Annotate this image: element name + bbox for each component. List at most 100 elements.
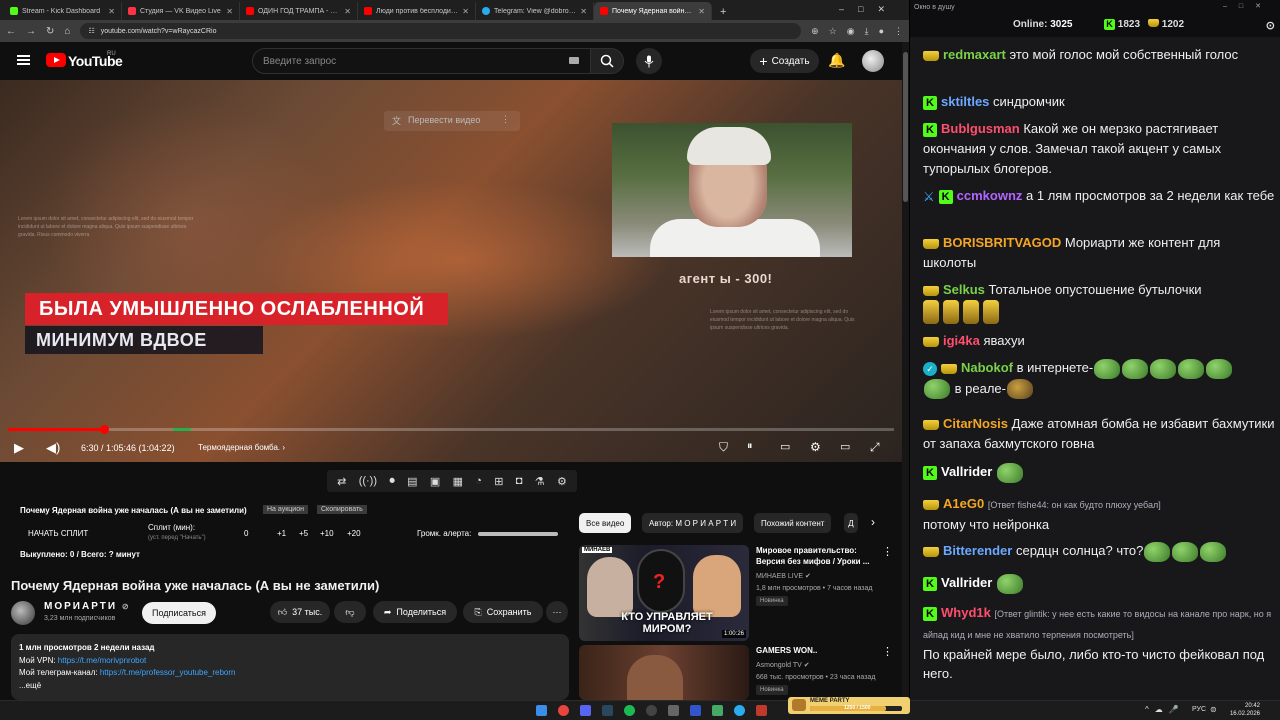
screenshot-icon[interactable]: ◘ xyxy=(516,475,523,487)
save-button[interactable]: ⎘ Сохранить xyxy=(463,601,543,623)
dislike-button[interactable]: 👎︎ xyxy=(334,601,366,623)
bookmark-star-icon[interactable]: ☆ xyxy=(829,26,837,37)
video-thumbnail[interactable] xyxy=(579,645,749,700)
microphone-button[interactable] xyxy=(636,48,662,74)
channel-name[interactable]: МОРИАРТИ ⊘ xyxy=(44,601,129,612)
video-thumbnail[interactable]: МИНАЕВ ? КТО УПРАВЛЯЕТ МИРОМ? 1:00:26 xyxy=(579,545,749,641)
alert-volume-slider[interactable] xyxy=(478,532,558,536)
create-button[interactable]: + Создать xyxy=(750,49,819,73)
play-icon[interactable]: ▶ xyxy=(14,440,24,456)
auction-tag[interactable]: На аукцион xyxy=(263,505,308,514)
input-language[interactable]: РУС xyxy=(1192,706,1206,713)
frames-icon[interactable]: ▦ xyxy=(453,475,463,488)
app-icon[interactable] xyxy=(690,705,701,716)
app-icon[interactable] xyxy=(756,705,767,716)
close-icon[interactable]: ✕ xyxy=(580,7,587,16)
site-info-icon[interactable]: ☷ xyxy=(88,27,94,35)
more-actions-button[interactable]: ··· xyxy=(546,601,568,623)
close-icon[interactable]: ✕ xyxy=(108,7,115,16)
close-icon[interactable]: ✕ xyxy=(462,7,469,16)
start-split-button[interactable]: НАЧАТЬ СПЛИТ xyxy=(28,529,88,538)
chapter-title[interactable]: Термоядерная бомба. › xyxy=(198,443,285,452)
tray-icons[interactable]: ^☁🎤 xyxy=(1145,705,1185,714)
recommendation-title[interactable]: GAMERS WON.. xyxy=(756,645,876,656)
window-controls[interactable]: –□✕ xyxy=(839,4,899,15)
like-button[interactable]: 👍︎ 37 тыс. xyxy=(270,601,330,623)
close-icon[interactable]: ✕ xyxy=(698,7,705,16)
extension-icon[interactable]: ◉ xyxy=(847,26,855,37)
chip-author[interactable]: Автор: М О Р И А Р Т И xyxy=(642,513,744,533)
url-field[interactable]: ☷ youtube.com/watch?v=wRaycazCRio xyxy=(80,23,802,39)
vpn-link[interactable]: https://t.me/morivpnrobot xyxy=(58,656,146,665)
loop-icon[interactable]: ⇄ xyxy=(337,475,346,488)
forward-icon[interactable]: → xyxy=(26,26,36,37)
tab-youtube-people[interactable]: Люди против беспл­одия: семь✕ xyxy=(358,2,476,20)
autoplay-toggle-icon[interactable]: ⏸ xyxy=(747,440,753,453)
settings-gear-icon[interactable]: ⚙ xyxy=(810,440,821,454)
window-controls[interactable]: –□✕ xyxy=(1223,2,1273,10)
more-vertical-icon[interactable]: ⋮ xyxy=(882,545,893,558)
pip-icon[interactable]: ▣ xyxy=(430,475,440,488)
add-10-button[interactable]: +10 xyxy=(320,529,334,538)
reload-icon[interactable]: ↻ xyxy=(46,26,54,37)
tab-youtube-active[interactable]: Почему Ядерная война у... ✕ xyxy=(594,2,712,20)
recommendation-channel[interactable]: МИНАЕВ LIVE ✔ xyxy=(756,571,811,582)
chat-settings-icon[interactable]: ⊙ xyxy=(1266,19,1275,32)
download-icon[interactable]: ⤓ xyxy=(865,26,869,37)
page-scrollbar-thumb[interactable] xyxy=(903,52,908,202)
fullscreen-icon[interactable]: ⤢ xyxy=(870,440,880,455)
add-20-button[interactable]: +20 xyxy=(347,529,361,538)
telegram-icon[interactable] xyxy=(734,705,745,716)
youtube-logo-icon[interactable] xyxy=(46,53,66,67)
translate-video-button[interactable]: 文 Перевести видео ⋮ xyxy=(384,111,520,131)
channel-avatar[interactable] xyxy=(11,601,35,625)
theater-mode-icon[interactable]: ▭ xyxy=(840,440,850,453)
spotify-icon[interactable] xyxy=(624,705,635,716)
steam-icon[interactable] xyxy=(602,705,613,716)
home-icon[interactable]: ⌂ xyxy=(64,26,70,37)
app-icon[interactable] xyxy=(712,705,723,716)
tab-youtube-trump[interactable]: ОДИН ГОД ТРАМПА - YouTube✕ xyxy=(240,2,358,20)
chip-all-videos[interactable]: Все видео xyxy=(579,513,632,533)
tab-vk[interactable]: Студия — VK Видео Live ✕ xyxy=(122,2,240,20)
volume-icon[interactable]: ◀) xyxy=(46,440,60,456)
chip-similar[interactable]: Похожий контент xyxy=(754,513,832,533)
network-icon[interactable]: ⊜ xyxy=(1210,705,1217,714)
keyboard-icon[interactable] xyxy=(569,57,579,64)
speed-icon[interactable]: ◔ xyxy=(475,475,482,487)
more-icon[interactable]: ⋮ xyxy=(501,114,510,125)
add-5-button[interactable]: +5 xyxy=(299,529,308,538)
subtitles-icon[interactable]: ▭ xyxy=(780,440,790,453)
ext-settings-icon[interactable]: ⚙ xyxy=(557,475,567,488)
taskbar-clock[interactable]: 20:42 16.02.2026 xyxy=(1226,702,1260,718)
chip-more[interactable]: Д xyxy=(844,513,858,533)
close-icon[interactable]: ✕ xyxy=(344,7,351,16)
obs-icon[interactable] xyxy=(646,705,657,716)
share-button[interactable]: ➦ Поделиться xyxy=(373,601,457,623)
video-progress-bar[interactable] xyxy=(8,428,894,431)
discord-icon[interactable] xyxy=(580,705,591,716)
back-icon[interactable]: ← xyxy=(6,26,16,37)
hamburger-menu-icon[interactable] xyxy=(17,55,30,65)
menu-icon[interactable]: ⋮ xyxy=(894,26,903,37)
shield-icon[interactable]: ⛉ xyxy=(719,440,728,455)
windows-start-icon[interactable] xyxy=(536,705,547,716)
recommendation-channel[interactable]: Asmongold TV ✔ xyxy=(756,660,810,671)
record-icon[interactable]: ⏺ xyxy=(389,475,395,488)
telegram-link[interactable]: https://t.me/professor_youtube_reborn xyxy=(100,668,236,677)
audio-icon[interactable]: ((·)) xyxy=(359,475,377,487)
search-input[interactable]: Введите запрос xyxy=(252,48,592,74)
subscribe-button[interactable]: Подписаться xyxy=(142,602,216,624)
search-button[interactable] xyxy=(590,48,624,74)
tab-telegram[interactable]: Telegram: View @dobro_2ch ✕ xyxy=(476,2,594,20)
video-description[interactable]: 1 млн просмотров 2 недели назад Мой VPN:… xyxy=(11,634,569,700)
copy-tag[interactable]: Скопировать xyxy=(317,505,367,514)
add-1-button[interactable]: +1 xyxy=(277,529,286,538)
profile-icon[interactable]: ● xyxy=(879,26,884,36)
notifications-bell-icon[interactable]: 🔔 xyxy=(828,52,845,69)
chrome-icon[interactable] xyxy=(558,705,569,716)
close-icon[interactable]: ✕ xyxy=(226,7,233,16)
new-tab-button[interactable]: + xyxy=(712,6,734,20)
zoom-icon[interactable]: ⊕ xyxy=(811,26,819,37)
user-avatar[interactable] xyxy=(862,50,884,72)
